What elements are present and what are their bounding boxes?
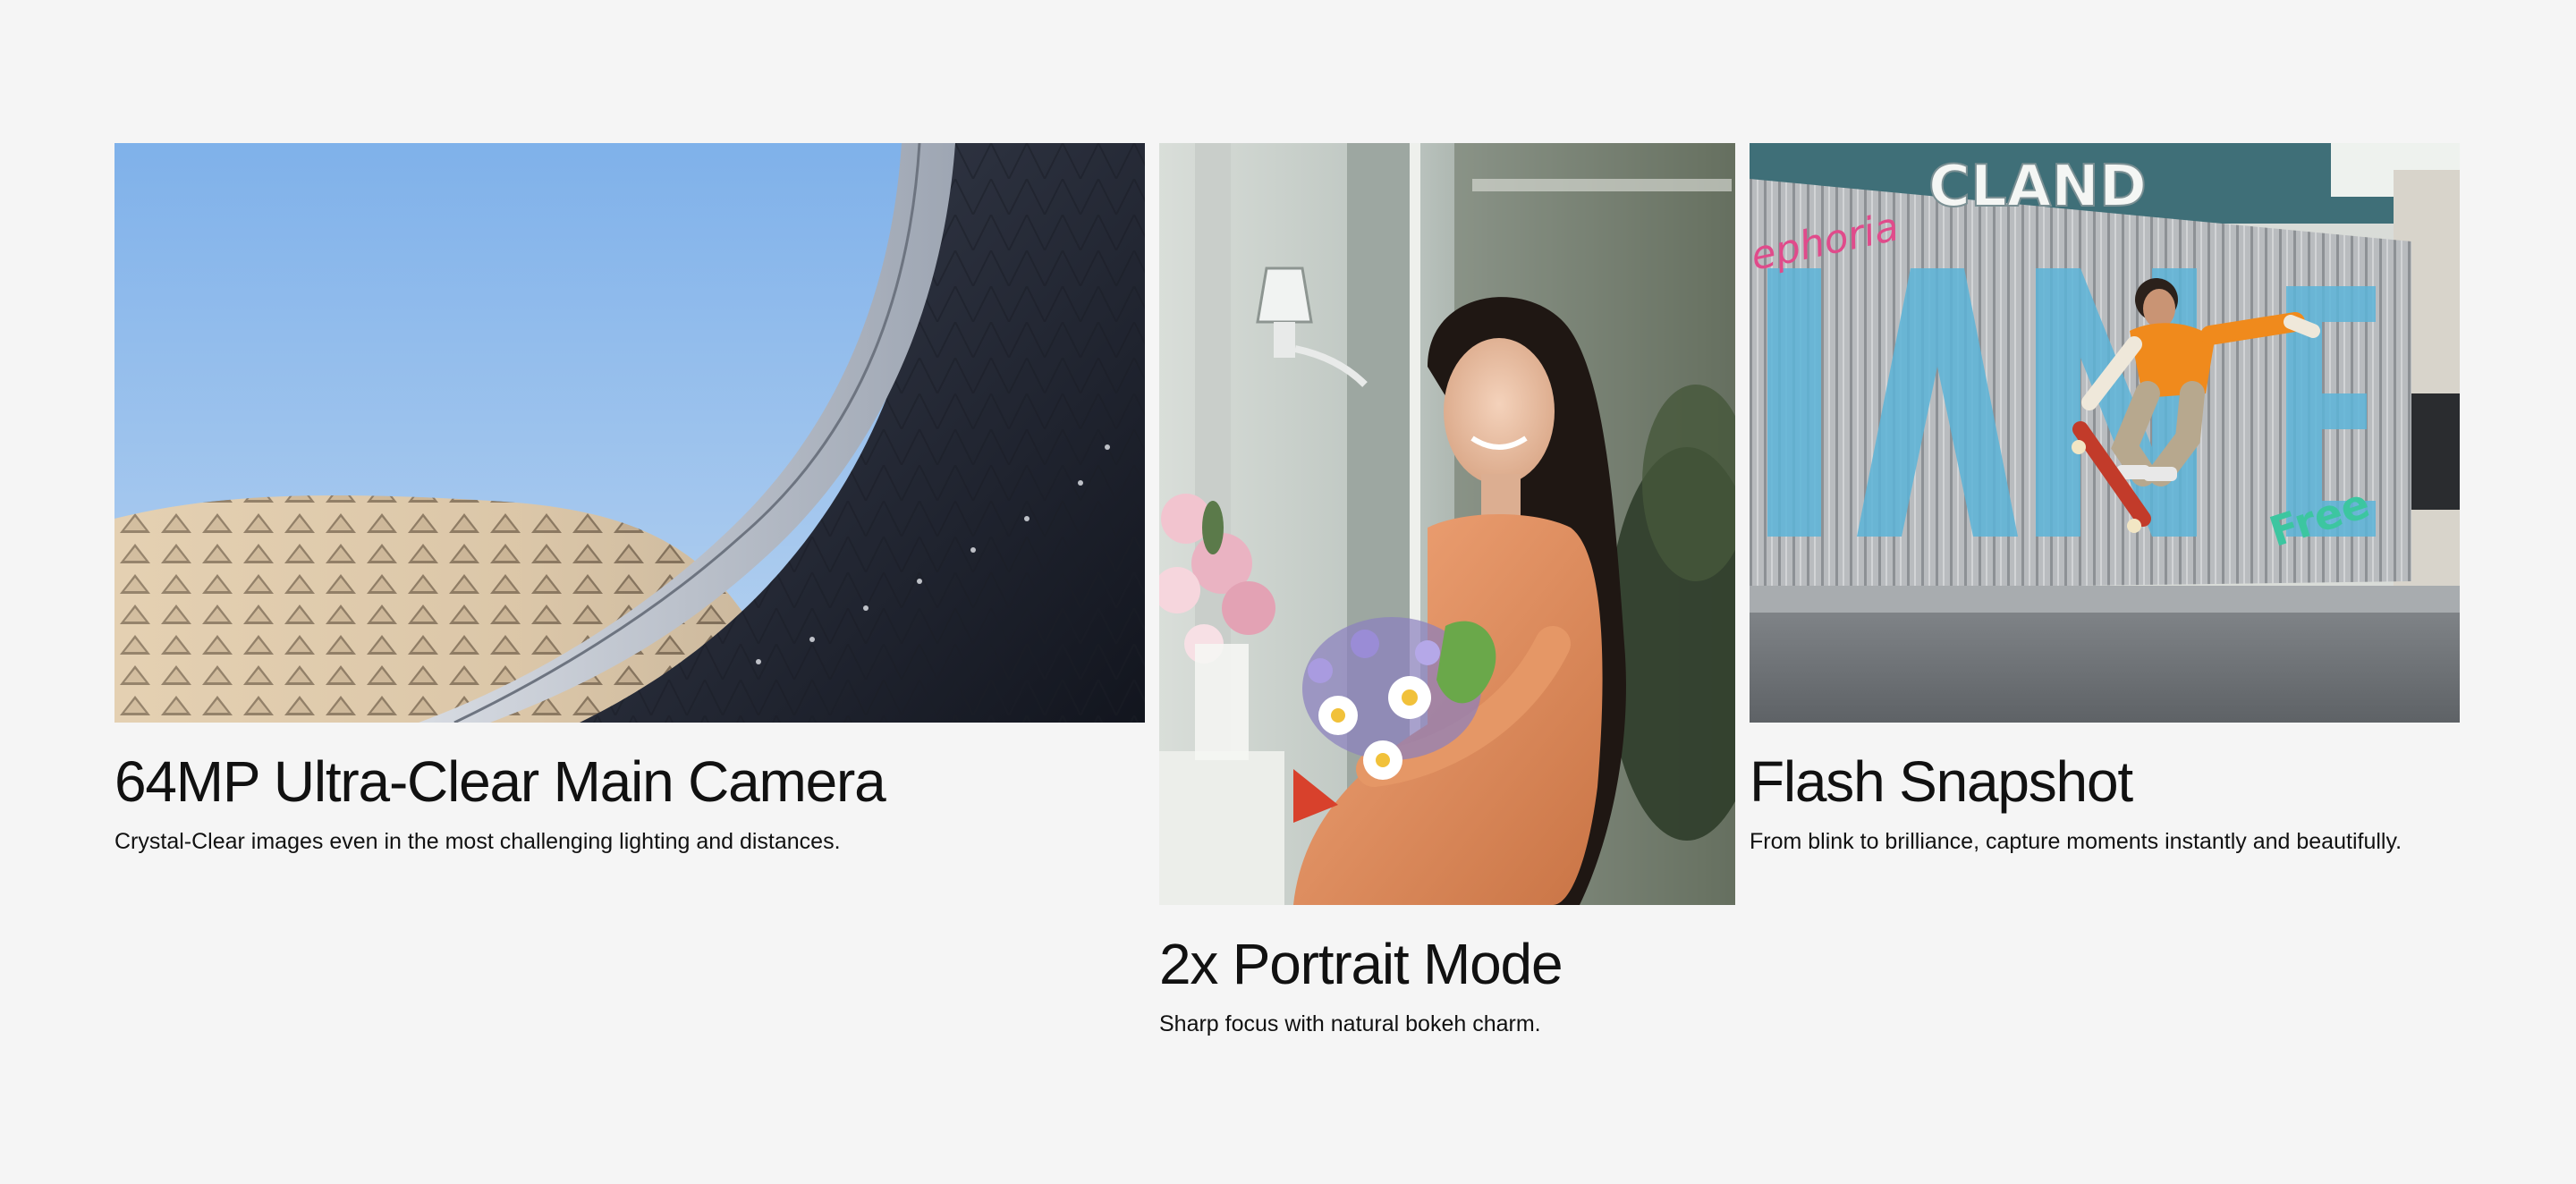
svg-text:CLAND: CLAND xyxy=(1928,154,2147,220)
skateboarder-photo: ephoria Free CLAND xyxy=(1750,143,2460,723)
camera-features-section: 64MP Ultra-Clear Main Camera Crystal-Cle… xyxy=(0,0,2576,1184)
feature-title: 2x Portrait Mode xyxy=(1159,932,1563,996)
feature-card-portrait-mode: 2x Portrait Mode Sharp focus with natura… xyxy=(1159,143,1735,1038)
feature-title: Flash Snapshot xyxy=(1750,749,2133,814)
feature-description: From blink to brilliance, capture moment… xyxy=(1750,829,2402,854)
feature-title: 64MP Ultra-Clear Main Camera xyxy=(114,749,886,814)
feature-card-main-camera: 64MP Ultra-Clear Main Camera Crystal-Cle… xyxy=(114,143,1145,856)
portrait-photo xyxy=(1159,143,1735,905)
feature-description: Sharp focus with natural bokeh charm. xyxy=(1159,1011,1541,1036)
architecture-photo xyxy=(114,143,1145,723)
feature-card-flash-snapshot: ephoria Free CLAND Flash Snapshot From b… xyxy=(1750,143,2460,856)
feature-description: Crystal-Clear images even in the most ch… xyxy=(114,829,841,854)
